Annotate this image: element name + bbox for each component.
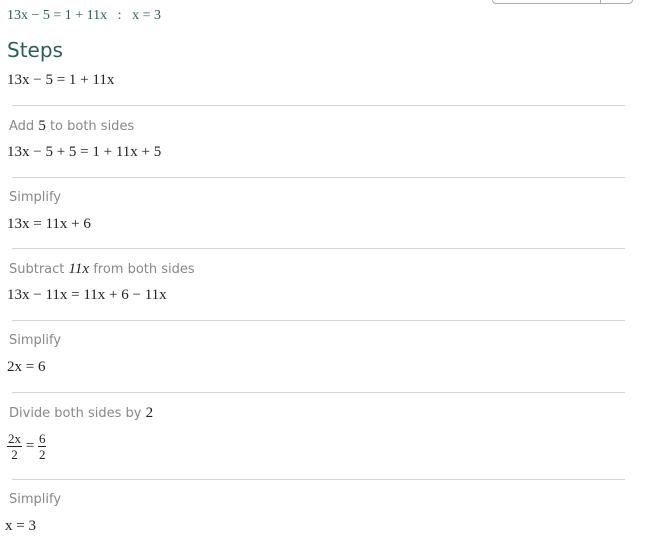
step-result: 13x − 11x = 11x + 6 − 11x [7, 287, 167, 303]
fraction-left: 2x 2 [7, 431, 22, 462]
search-box[interactable] [492, 0, 633, 4]
step-result: x = 3 [5, 518, 36, 534]
step-label: Add 5 to both sides [9, 118, 135, 134]
header-equation: 13x − 5 = 1 + 11x [7, 8, 108, 23]
step-label: Divide both sides by 2 [9, 405, 154, 421]
divider [12, 177, 625, 178]
divider [12, 248, 625, 249]
step-result-fraction: 2x 2 = 62 [7, 431, 47, 462]
step-label: Simplify [9, 333, 62, 348]
divider [12, 479, 625, 480]
header-solution: x = 3 [132, 8, 161, 23]
divider [12, 392, 625, 393]
fraction-right: 62 [37, 431, 47, 462]
step-result: 13x = 11x + 6 [7, 216, 91, 232]
step-label: Simplify [9, 190, 62, 205]
problem-header: 13x − 5 = 1 + 11x : x = 3 [7, 8, 161, 24]
search-button[interactable] [600, 0, 601, 3]
steps-title: Steps [7, 38, 63, 62]
step-label: Subtract 11x from both sides [9, 261, 195, 277]
initial-equation: 13x − 5 = 1 + 11x [7, 72, 115, 88]
header-separator: : [117, 8, 122, 23]
step-result: 13x − 5 + 5 = 1 + 11x + 5 [7, 144, 162, 160]
divider [12, 105, 625, 106]
divider [12, 320, 625, 321]
step-label: Simplify [9, 492, 62, 507]
step-result: 2x = 6 [7, 359, 46, 375]
